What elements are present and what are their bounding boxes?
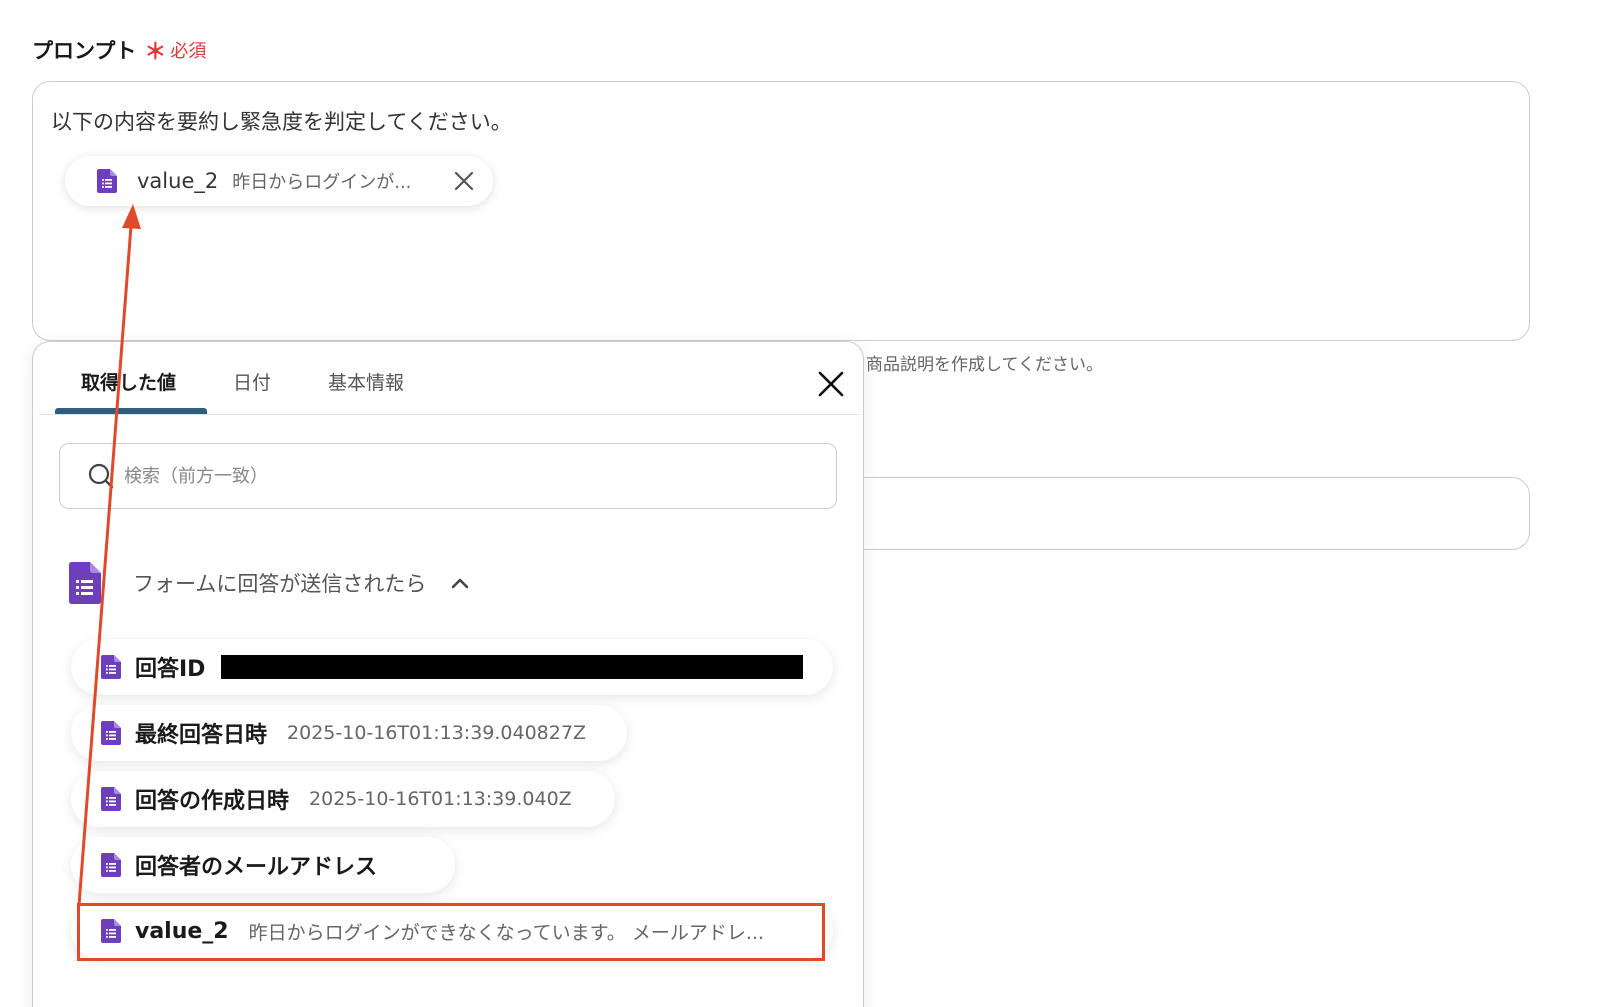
form-doc-icon — [101, 787, 121, 811]
close-icon — [454, 171, 474, 191]
chevron-up-icon — [452, 578, 469, 589]
trigger-group-header[interactable]: フォームに回答が送信されたら — [69, 562, 470, 604]
chip-remove-button[interactable] — [453, 170, 475, 192]
helper-text: 商品説明を作成してください。 — [866, 355, 1103, 375]
close-icon — [818, 371, 844, 397]
highlight-annotation — [77, 903, 825, 961]
group-title: フォームに回答が送信されたら — [133, 572, 427, 596]
search-box[interactable] — [59, 443, 837, 509]
value-chip[interactable]: value_2 昨日からログインが... — [65, 156, 493, 206]
redacted-value — [221, 655, 804, 679]
item-value: 2025-10-16T01:13:39.040Z — [309, 788, 572, 810]
prompt-textarea[interactable]: 以下の内容を要約し緊急度を判定してください。 value_2 昨日からログインが… — [32, 81, 1530, 341]
active-tab-indicator — [55, 408, 207, 414]
search-icon — [88, 463, 114, 489]
prompt-label: プロンプト ＊ 必須 — [32, 34, 206, 66]
form-doc-icon — [101, 655, 121, 679]
prompt-label-text: プロンプト — [32, 39, 137, 63]
form-doc-icon — [101, 721, 121, 745]
second-input-field[interactable] — [820, 477, 1530, 550]
value-item-respondent-email[interactable]: 回答者のメールアドレス — [71, 837, 455, 893]
search-input[interactable] — [124, 465, 764, 487]
chip-preview: 昨日からログインが... — [232, 172, 412, 193]
page: プロンプト ＊ 必須 以下の内容を要約し緊急度を判定してください。 value_… — [0, 0, 1600, 1007]
prompt-text: 以下の内容を要約し緊急度を判定してください。 — [51, 110, 512, 134]
google-forms-icon — [69, 562, 101, 604]
required-text: 必須 — [170, 41, 207, 62]
item-name: 回答者のメールアドレス — [135, 855, 378, 880]
item-name: 回答ID — [135, 657, 206, 682]
tab-basic-info[interactable]: 基本情報 — [328, 368, 404, 395]
tab-bar: 取得した値 日付 基本情報 — [39, 342, 859, 415]
chip-name: value_2 — [137, 169, 219, 193]
panel-close-button[interactable] — [815, 368, 847, 400]
tab-acquired-values[interactable]: 取得した値 — [81, 368, 176, 395]
tab-date[interactable]: 日付 — [233, 368, 271, 395]
item-value: 2025-10-16T01:13:39.040827Z — [287, 722, 586, 744]
value-item-response-created-time[interactable]: 回答の作成日時 2025-10-16T01:13:39.040Z — [71, 771, 615, 827]
value-item-response-id[interactable]: 回答ID — [71, 639, 833, 695]
item-name: 最終回答日時 — [135, 723, 268, 748]
required-star: ＊ — [144, 40, 167, 65]
value-picker-panel: 取得した値 日付 基本情報 検索（前方一致） フォームに回答が送信されたら 回答… — [32, 341, 864, 1007]
item-name: 回答の作成日時 — [135, 789, 290, 814]
value-item-last-response-time[interactable]: 最終回答日時 2025-10-16T01:13:39.040827Z — [71, 705, 627, 761]
form-doc-icon — [101, 853, 121, 877]
form-doc-icon — [97, 169, 117, 193]
